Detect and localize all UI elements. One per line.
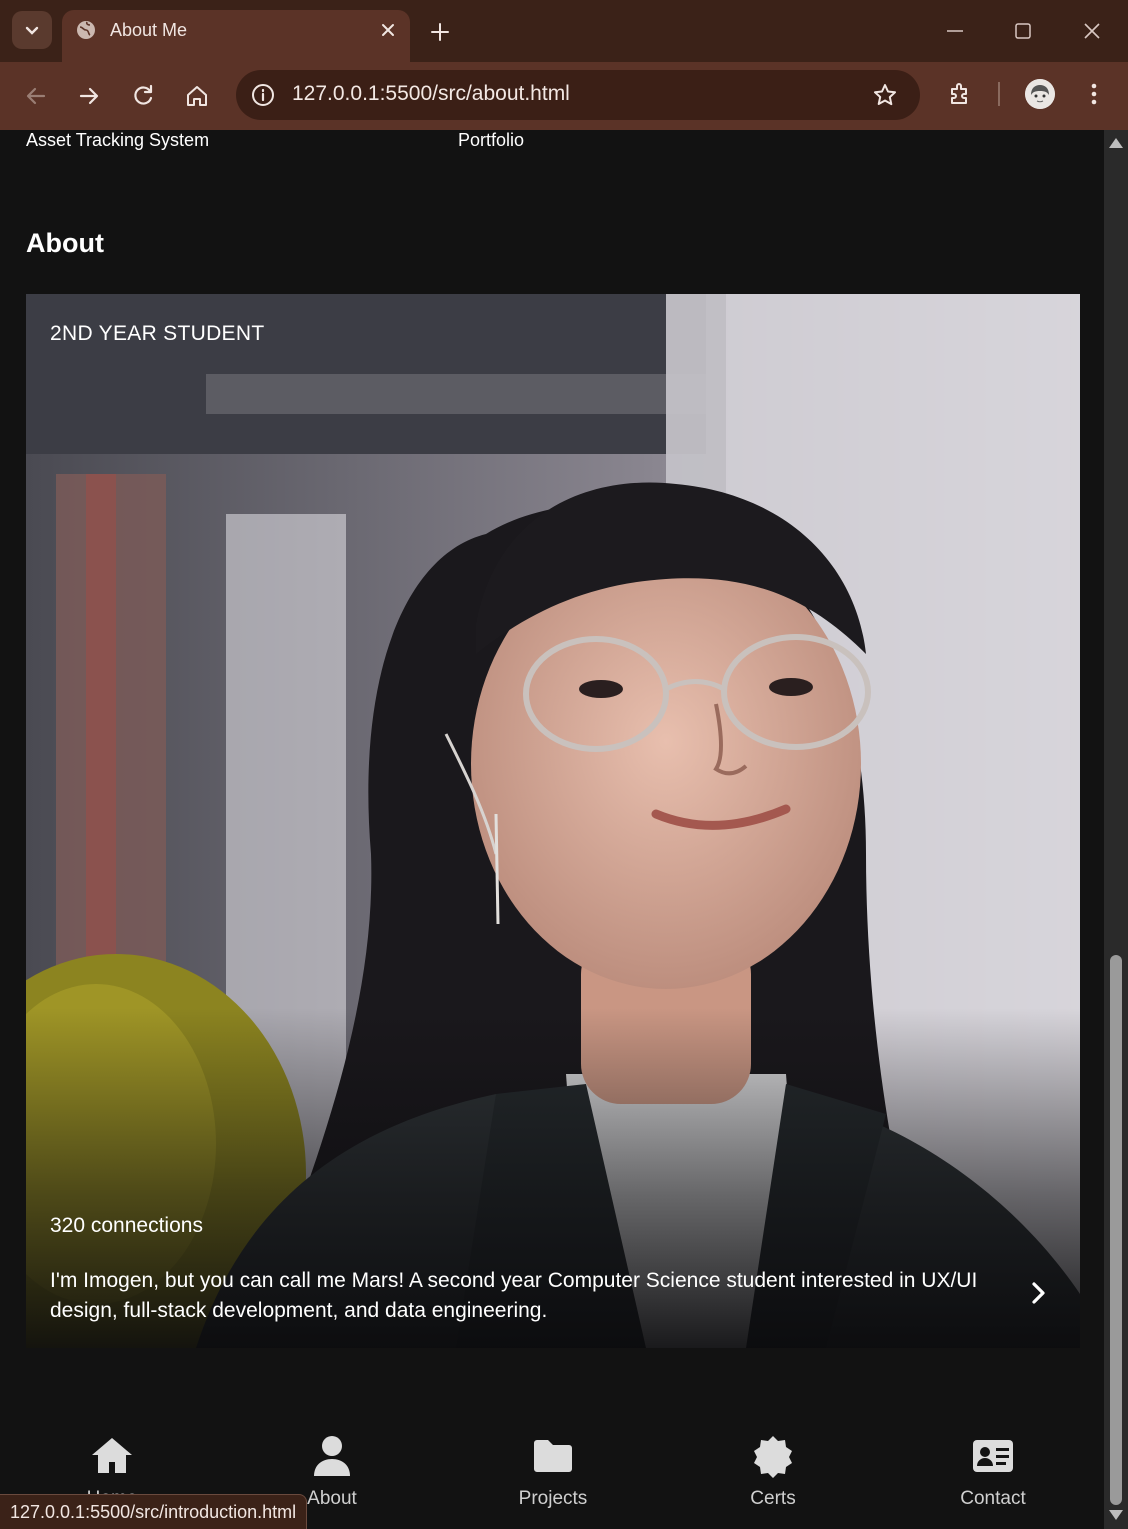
- scroll-down-icon[interactable]: [1108, 1508, 1124, 1522]
- minimize-icon[interactable]: [944, 20, 966, 42]
- page-viewport: Asset Tracking System Portfolio About 2N…: [0, 130, 1104, 1529]
- home-button-icon[interactable]: [183, 82, 211, 110]
- chevron-right-icon[interactable]: [1024, 1279, 1052, 1307]
- nav-label: Projects: [518, 1488, 588, 1509]
- back-icon[interactable]: [22, 82, 50, 110]
- url-text[interactable]: 127.0.0.1:5500/src/about.html: [292, 82, 570, 106]
- page-scrollbar[interactable]: [1104, 130, 1128, 1529]
- nav-item-contact[interactable]: Contact: [913, 1420, 1073, 1520]
- tab-search-button[interactable]: [12, 11, 52, 49]
- section-title: About: [26, 228, 104, 258]
- nav-label: Contact: [960, 1488, 1026, 1509]
- tab-title: About Me: [110, 20, 188, 40]
- user-icon: [314, 1436, 350, 1476]
- browser-window: About Me 127.0.0.1:5500/src/about.html A…: [0, 0, 1128, 1529]
- folder-icon: [534, 1440, 572, 1472]
- connections-count: 320 connections: [50, 1214, 203, 1237]
- nav-label: Certs: [750, 1488, 796, 1509]
- nav-item-projects[interactable]: Projects: [473, 1420, 633, 1520]
- tab-about-me[interactable]: About Me: [62, 10, 410, 62]
- card-eyebrow: 2ND YEAR STUDENT: [50, 322, 265, 345]
- profile-picture-icon: [1025, 79, 1055, 109]
- close-icon[interactable]: [378, 20, 398, 40]
- site-info-icon[interactable]: [250, 82, 276, 108]
- project-label[interactable]: Asset Tracking System: [26, 130, 209, 151]
- chevron-down-icon: [25, 26, 39, 35]
- scroll-up-icon[interactable]: [1108, 136, 1124, 150]
- scrollbar-thumb[interactable]: [1110, 955, 1122, 1505]
- toolbar-divider: [998, 82, 1000, 106]
- profile-avatar[interactable]: [1025, 79, 1055, 109]
- home-icon: [92, 1438, 132, 1473]
- extensions-icon[interactable]: [946, 80, 974, 108]
- window-close-icon[interactable]: [1081, 20, 1103, 42]
- badge-icon: [754, 1436, 792, 1478]
- tab-bar: About Me: [0, 0, 1128, 62]
- nav-item-certs[interactable]: Certs: [693, 1420, 853, 1520]
- project-label[interactable]: Portfolio: [458, 130, 524, 151]
- address-bar[interactable]: 127.0.0.1:5500/src/about.html: [236, 70, 920, 120]
- bio-text: I'm Imogen, but you can call me Mars! A …: [50, 1269, 978, 1322]
- forward-icon[interactable]: [75, 82, 103, 110]
- link-status-bubble: 127.0.0.1:5500/src/introduction.html: [0, 1494, 308, 1529]
- new-tab-icon[interactable]: [428, 20, 452, 44]
- contact-card-icon: [973, 1440, 1013, 1472]
- more-menu-icon[interactable]: [1083, 80, 1105, 108]
- maximize-icon[interactable]: [1012, 20, 1034, 42]
- profile-card[interactable]: 2ND YEAR STUDENT 320 connections I'm Imo…: [26, 294, 1080, 1348]
- globe-icon: [77, 21, 95, 39]
- bookmark-star-icon[interactable]: [872, 82, 898, 108]
- reload-icon[interactable]: [129, 82, 157, 110]
